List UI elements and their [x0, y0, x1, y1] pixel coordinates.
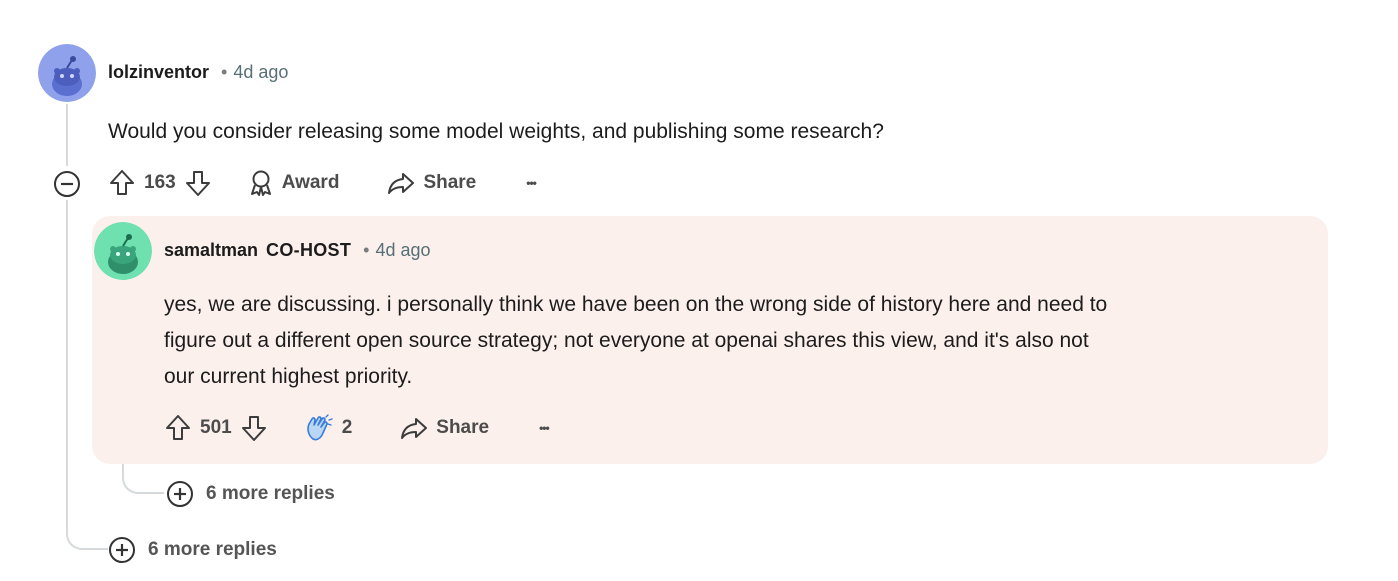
reply-score: 501	[200, 417, 232, 438]
reply-award-count: 2	[341, 417, 353, 438]
collapse-icon	[54, 171, 80, 197]
parent-upvote-button[interactable]	[108, 168, 136, 198]
reply-avatar[interactable]	[94, 222, 152, 280]
parent-meta: lolzinventor • 4d ago	[108, 62, 288, 83]
reply-username[interactable]: samaltman	[164, 240, 258, 261]
reply-upvote-button[interactable]	[164, 413, 192, 443]
award-icon	[250, 170, 271, 196]
upvote-icon	[110, 170, 134, 195]
reply-text-line: our current highest priority.	[164, 365, 413, 388]
parent-score: 163	[144, 172, 176, 193]
parent-more-options-button[interactable]: •••	[526, 176, 537, 190]
reply-text-line: figure out a different open source strat…	[164, 329, 1089, 352]
award-label: Award	[281, 172, 340, 193]
reply-action-bar: 501 2 Share •••	[164, 413, 550, 443]
parent-more-replies-button[interactable]: 6 more replies	[108, 536, 277, 564]
parent-share-button[interactable]: Share	[387, 170, 476, 196]
expand-plus-icon	[167, 481, 193, 507]
comment-thread: lolzinventor • 4d ago Would you consider…	[0, 0, 1398, 581]
expand-plus-icon	[109, 537, 135, 563]
award-button[interactable]: Award	[248, 169, 340, 197]
cohost-flair: CO-HOST	[266, 240, 352, 260]
reply-downvote-button[interactable]	[240, 413, 268, 443]
downvote-icon	[241, 416, 266, 441]
reply-award-button[interactable]: 2	[304, 413, 353, 443]
reply-text-line: yes, we are discussing. i personally thi…	[164, 293, 1108, 316]
parent-age[interactable]: 4d ago	[233, 62, 288, 83]
downvote-icon	[185, 171, 210, 196]
collapse-button[interactable]	[53, 170, 81, 198]
share-icon	[388, 173, 415, 194]
reply-meta: samaltman CO-HOST • 4d ago	[164, 240, 431, 261]
parent-downvote-button[interactable]	[184, 168, 212, 198]
share-label: Share	[436, 417, 490, 438]
clapping-hands-award-icon	[306, 414, 333, 441]
separator-dot: •	[363, 240, 370, 260]
parent-action-bar: 163 Award Share •••	[108, 168, 537, 198]
more-options-icon: •••	[526, 176, 537, 190]
reply-age[interactable]: 4d ago	[375, 240, 430, 261]
parent-comment-text: Would you consider releasing some model …	[108, 120, 884, 143]
share-label: Share	[423, 172, 477, 193]
more-options-icon: •••	[539, 421, 550, 435]
reply-share-button[interactable]: Share	[400, 415, 489, 441]
more-replies-label: 6 more replies	[148, 539, 277, 560]
parent-thread-line[interactable]	[66, 104, 68, 166]
reply-comment-text: yes, we are discussing. i personally thi…	[164, 287, 1107, 395]
separator-dot: •	[221, 62, 228, 82]
reply-more-options-button[interactable]: •••	[539, 421, 550, 435]
upvote-icon	[166, 415, 190, 440]
share-icon	[401, 418, 428, 439]
parent-avatar[interactable]	[38, 44, 96, 102]
parent-username[interactable]: lolzinventor	[108, 62, 209, 83]
more-replies-label: 6 more replies	[206, 483, 335, 504]
reply-more-replies-button[interactable]: 6 more replies	[166, 480, 335, 508]
